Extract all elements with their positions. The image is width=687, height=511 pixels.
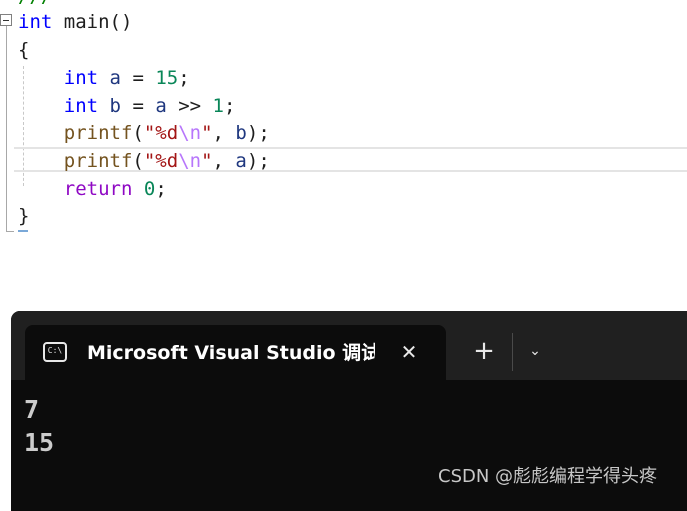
code-token: , — [212, 122, 236, 144]
code-token: 0 — [143, 178, 156, 200]
code-token: \n — [178, 122, 202, 144]
code-token: ; — [178, 67, 190, 89]
code-token: a — [235, 150, 247, 172]
code-token: \n — [178, 150, 202, 172]
code-token: "%d — [143, 150, 179, 172]
code-token: b — [109, 95, 121, 117]
code-token: = — [121, 95, 156, 117]
code-token: " — [201, 150, 213, 172]
chevron-down-icon[interactable]: ⌄ — [523, 339, 547, 363]
code-token: " — [201, 122, 213, 144]
terminal-icon: C:\ — [43, 342, 67, 362]
watermark: CSDN @彪彪编程学得头疼 — [438, 466, 658, 487]
code-token: >> — [166, 95, 213, 117]
code-token: int — [63, 67, 99, 89]
fold-region-end — [6, 231, 14, 232]
new-tab-button[interactable]: + — [471, 338, 497, 366]
code-line[interactable]: int b = a >> 1; — [18, 92, 236, 120]
code-token: a — [109, 67, 121, 89]
code-token: ); — [246, 122, 270, 144]
console-output-line: 15 — [24, 428, 55, 457]
code-token: 1 — [212, 95, 224, 117]
tab-divider — [512, 333, 513, 371]
code-token: , — [212, 150, 236, 172]
code-token: return — [63, 178, 133, 200]
code-token: ( — [132, 122, 144, 144]
code-token: ); — [246, 150, 270, 172]
code-token: = — [121, 67, 156, 89]
code-line[interactable]: } — [18, 202, 29, 230]
code-token: ( — [132, 150, 144, 172]
code-line[interactable]: return 0; — [18, 175, 167, 203]
code-line[interactable]: { — [18, 36, 29, 64]
close-icon[interactable]: ✕ — [397, 340, 421, 364]
text-cursor-marker — [18, 230, 28, 232]
console-output-line: 7 — [24, 395, 40, 424]
code-token: "%d — [143, 122, 179, 144]
code-token: b — [235, 122, 247, 144]
code-line[interactable]: printf("%d\n", a); — [18, 147, 270, 175]
code-line[interactable]: int a = 15; — [18, 64, 190, 92]
code-line[interactable]: int main() — [18, 8, 132, 36]
code-token: { — [18, 39, 30, 61]
code-editor[interactable]: /// int main(){ int a = 15; int b = a >>… — [0, 0, 687, 300]
code-line[interactable]: printf("%d\n", b); — [18, 119, 270, 147]
code-token: ; — [224, 95, 236, 117]
code-token: } — [18, 205, 30, 227]
collapse-toggle-icon[interactable] — [0, 14, 12, 26]
code-token: 15 — [155, 67, 179, 89]
tab-title: Microsoft Visual Studio 调试控制台 — [87, 342, 375, 364]
code-token: printf — [63, 150, 133, 172]
tab-strip: C:\ Microsoft Visual Studio 调试控制台 ✕ + ⌄ — [11, 311, 687, 380]
tab-debug-console[interactable]: C:\ Microsoft Visual Studio 调试控制台 ✕ — [25, 325, 446, 380]
code-token: int — [63, 95, 99, 117]
fold-region-line — [6, 26, 7, 232]
code-token: int — [18, 11, 53, 33]
code-token: main() — [52, 11, 133, 33]
code-token: printf — [63, 122, 133, 144]
code-token: ; — [155, 178, 167, 200]
code-token: a — [155, 95, 167, 117]
